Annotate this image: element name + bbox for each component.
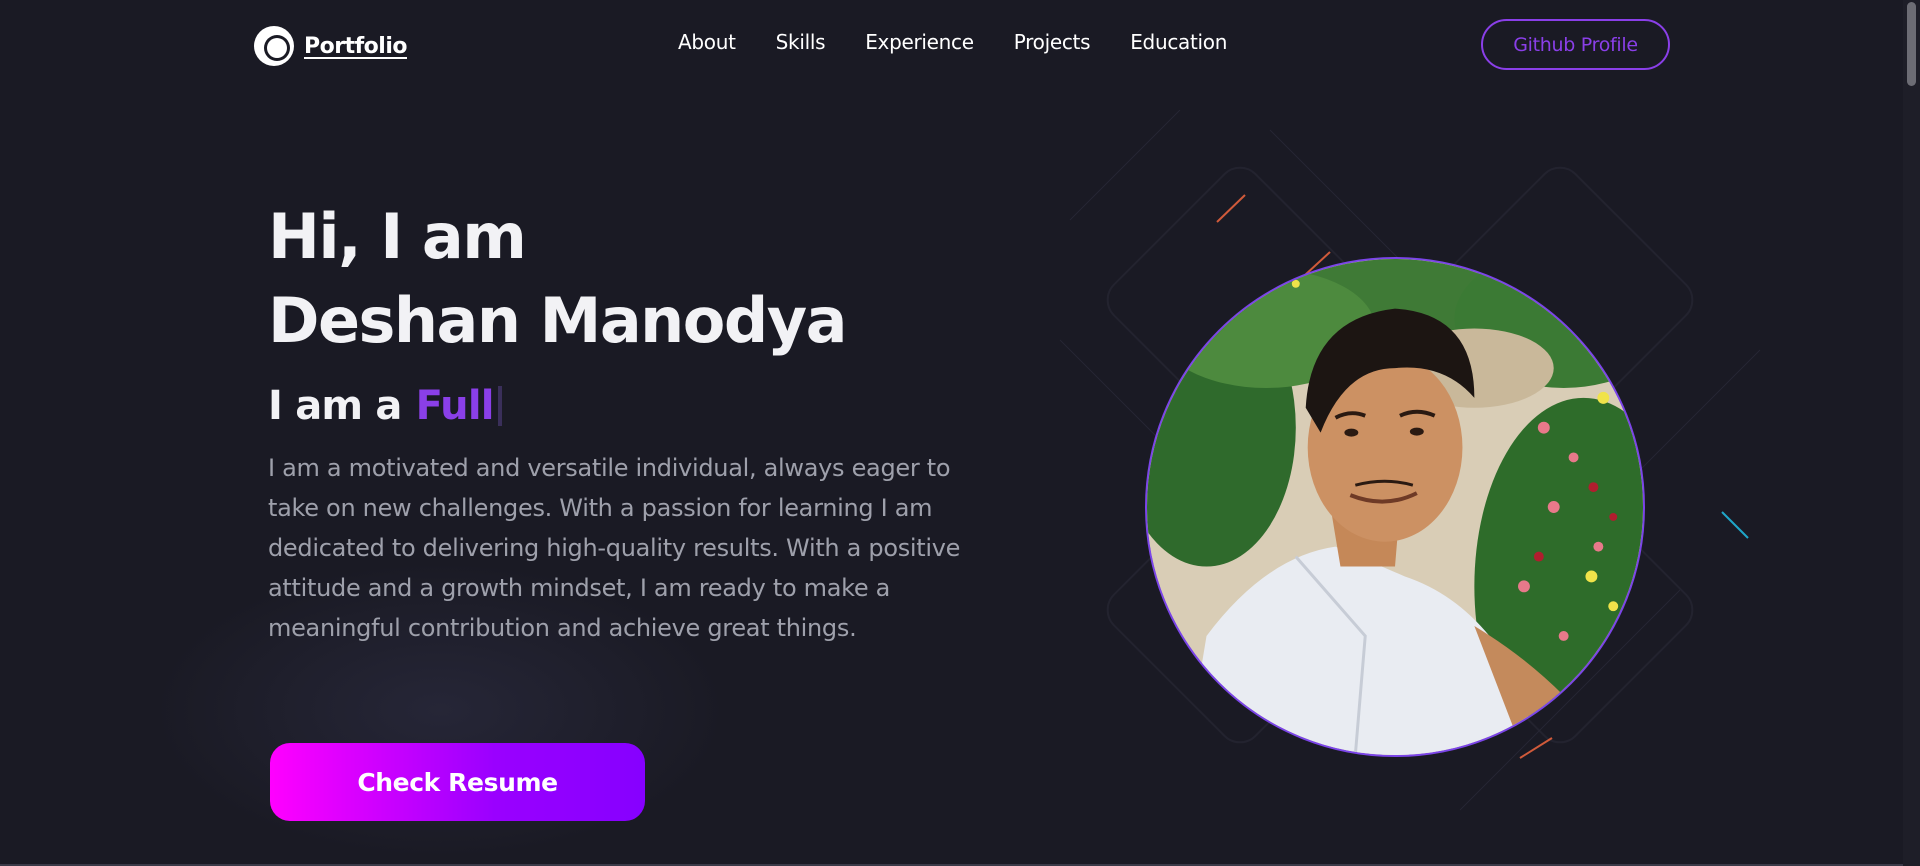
profile-photo-image xyxy=(1147,259,1643,755)
logo-link[interactable]: Portfolio xyxy=(252,24,408,68)
role-prefix: I am a xyxy=(268,383,402,429)
typing-caret xyxy=(497,386,502,426)
logo-text: Portfolio xyxy=(304,33,408,59)
nav-menu: About Skills Experience Projects Educati… xyxy=(678,30,1227,54)
page-scrollbar[interactable] xyxy=(1903,0,1920,866)
hero-greeting: Hi, I am xyxy=(268,200,527,273)
check-resume-button[interactable]: Check Resume xyxy=(270,743,645,821)
hero-name: Deshan Manodya xyxy=(268,284,848,357)
nav-link-projects[interactable]: Projects xyxy=(1014,30,1091,54)
nav-link-education[interactable]: Education xyxy=(1130,30,1227,54)
logo-icon xyxy=(254,26,294,66)
nav-link-about[interactable]: About xyxy=(678,30,736,54)
portfolio-page: Portfolio About Skills Experience Projec… xyxy=(0,0,1920,866)
hero-bio: I am a motivated and versatile individua… xyxy=(268,454,961,642)
nav-link-experience[interactable]: Experience xyxy=(865,30,974,54)
scrollbar-thumb[interactable] xyxy=(1907,2,1916,86)
navbar: Portfolio About Skills Experience Projec… xyxy=(0,0,1903,90)
nav-link-skills[interactable]: Skills xyxy=(776,30,826,54)
profile-photo xyxy=(1145,257,1645,757)
role-typed-text: Full xyxy=(415,383,495,429)
hero-role: I am a Full xyxy=(268,383,502,429)
github-profile-button[interactable]: Github Profile xyxy=(1481,19,1670,70)
